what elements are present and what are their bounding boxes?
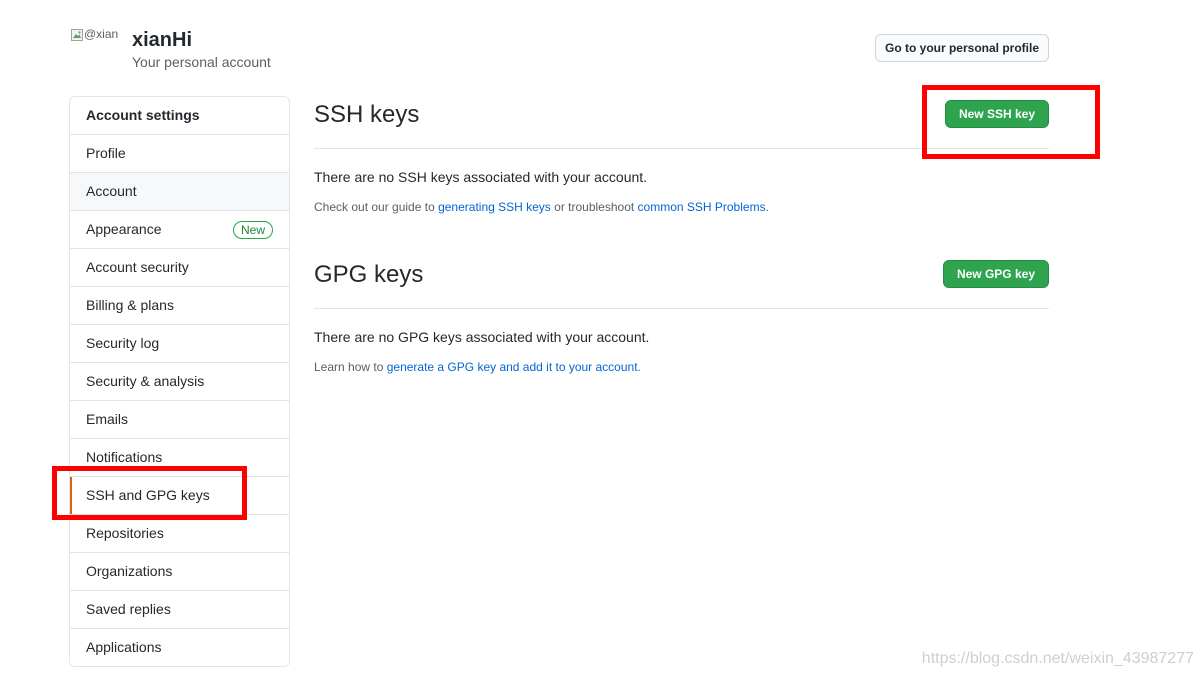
sidebar-item-repositories[interactable]: Repositories	[70, 515, 289, 553]
avatar-alt-text: @xianHi	[84, 28, 118, 41]
sidebar-item-applications[interactable]: Applications	[70, 629, 289, 666]
gpg-help-text: Learn how to generate a GPG key and add …	[314, 359, 1049, 375]
generate-gpg-key-link[interactable]: generate a GPG key and add it to your ac…	[387, 360, 638, 374]
sidebar-item-security-log[interactable]: Security log	[70, 325, 289, 363]
main-content: SSH keys New SSH key There are no SSH ke…	[314, 96, 1049, 375]
account-subtitle: Your personal account	[132, 54, 271, 70]
gpg-help-suffix: .	[637, 360, 641, 374]
ssh-section-header: SSH keys New SSH key	[314, 96, 1049, 149]
ssh-keys-title: SSH keys	[314, 101, 420, 128]
new-ssh-key-button[interactable]: New SSH key	[944, 100, 1049, 128]
username[interactable]: xianHi	[132, 28, 192, 52]
gpg-keys-section: GPG keys New GPG key There are no GPG ke…	[314, 256, 1049, 375]
sidebar-item-ssh-gpg-keys[interactable]: SSH and GPG keys	[70, 477, 289, 515]
ssh-help-suffix: .	[765, 200, 769, 214]
ssh-help-middle: or troubleshoot	[550, 200, 638, 214]
sidebar-item-account-security[interactable]: Account security	[70, 249, 289, 287]
ssh-keys-section: SSH keys New SSH key There are no SSH ke…	[314, 96, 1049, 215]
ssh-empty-message: There are no SSH keys associated with yo…	[314, 169, 648, 185]
gpg-empty-message: There are no GPG keys associated with yo…	[314, 329, 650, 345]
ssh-help-prefix: Check out our guide to	[314, 200, 439, 214]
sidebar-item-label: Appearance	[86, 221, 162, 237]
sidebar-heading: Account settings	[70, 97, 289, 135]
common-ssh-problems-link[interactable]: common SSH Problems	[638, 200, 766, 214]
sidebar-item-notifications[interactable]: Notifications	[70, 439, 289, 477]
sidebar-item-profile[interactable]: Profile	[70, 135, 289, 173]
avatar[interactable]: @xianHi	[70, 28, 118, 76]
gpg-section-header: GPG keys New GPG key	[314, 256, 1049, 309]
watermark: https://blog.csdn.net/weixin_43987277	[921, 650, 1194, 667]
new-badge: New	[232, 221, 273, 239]
sidebar-item-appearance[interactable]: Appearance New	[70, 211, 289, 249]
settings-sidebar: Account settings Profile Account Appeara…	[69, 96, 290, 667]
settings-header: @xianHi xianHi Your personal account Go …	[70, 28, 1050, 76]
gpg-help-prefix: Learn how to	[314, 360, 387, 374]
go-to-profile-button[interactable]: Go to your personal profile	[875, 34, 1049, 62]
gpg-keys-title: GPG keys	[314, 261, 424, 288]
new-gpg-key-button[interactable]: New GPG key	[942, 260, 1049, 288]
sidebar-item-billing[interactable]: Billing & plans	[70, 287, 289, 325]
sidebar-item-organizations[interactable]: Organizations	[70, 553, 289, 591]
sidebar-item-saved-replies[interactable]: Saved replies	[70, 591, 289, 629]
generating-ssh-keys-link[interactable]: generating SSH keys	[438, 200, 551, 214]
ssh-help-text: Check out our guide to generating SSH ke…	[314, 199, 1049, 215]
sidebar-item-emails[interactable]: Emails	[70, 401, 289, 439]
sidebar-item-account[interactable]: Account	[70, 173, 289, 211]
broken-image-icon	[71, 29, 83, 41]
sidebar-item-security-analysis[interactable]: Security & analysis	[70, 363, 289, 401]
